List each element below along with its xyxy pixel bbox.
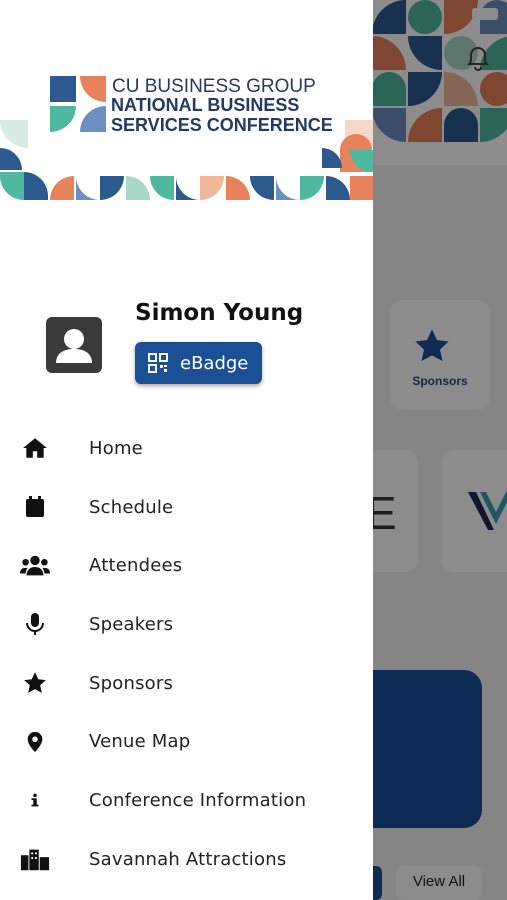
star-icon bbox=[20, 668, 50, 698]
drawer-menu: Home Schedule Attendees Speakers Sponsor… bbox=[0, 419, 373, 889]
calendar-icon bbox=[20, 492, 50, 522]
home-icon bbox=[20, 433, 50, 463]
menu-label: Conference Information bbox=[89, 789, 307, 811]
user-name: Simon Young bbox=[135, 300, 304, 326]
user-profile: Simon Young eBadge bbox=[0, 290, 373, 400]
user-icon bbox=[56, 329, 92, 363]
conference-logo bbox=[50, 76, 106, 132]
info-icon bbox=[20, 785, 50, 815]
menu-label: Savannah Attractions bbox=[89, 848, 287, 870]
drawer-header: CU BUSINESS GROUP NATIONAL BUSINESS SERV… bbox=[0, 0, 373, 200]
menu-item-attendees[interactable]: Attendees bbox=[0, 536, 373, 595]
menu-item-schedule[interactable]: Schedule bbox=[0, 478, 373, 537]
qr-code-icon bbox=[148, 353, 168, 373]
ebadge-button[interactable]: eBadge bbox=[135, 342, 262, 384]
menu-item-sponsors[interactable]: Sponsors bbox=[0, 654, 373, 713]
city-icon bbox=[20, 844, 50, 874]
conference-title-line2: SERVICES CONFERENCE bbox=[111, 115, 333, 135]
menu-label: Sponsors bbox=[89, 672, 174, 694]
conference-title-line1: NATIONAL BUSINESS bbox=[111, 95, 300, 115]
users-icon bbox=[20, 551, 50, 581]
menu-item-venue-map[interactable]: Venue Map bbox=[0, 712, 373, 771]
menu-label: Venue Map bbox=[89, 731, 191, 753]
menu-item-conference-information[interactable]: Conference Information bbox=[0, 771, 373, 830]
menu-label: Attendees bbox=[89, 555, 183, 577]
map-pin-icon bbox=[20, 727, 50, 757]
menu-item-savannah-attractions[interactable]: Savannah Attractions bbox=[0, 830, 373, 889]
avatar[interactable] bbox=[46, 317, 102, 373]
menu-item-speakers[interactable]: Speakers bbox=[0, 595, 373, 654]
navigation-drawer: CU BUSINESS GROUP NATIONAL BUSINESS SERV… bbox=[0, 0, 373, 900]
menu-label: Home bbox=[89, 437, 143, 459]
menu-item-home[interactable]: Home bbox=[0, 419, 373, 478]
menu-label: Speakers bbox=[89, 613, 174, 635]
ebadge-label: eBadge bbox=[180, 352, 249, 374]
menu-label: Schedule bbox=[89, 496, 174, 518]
microphone-icon bbox=[20, 609, 50, 639]
